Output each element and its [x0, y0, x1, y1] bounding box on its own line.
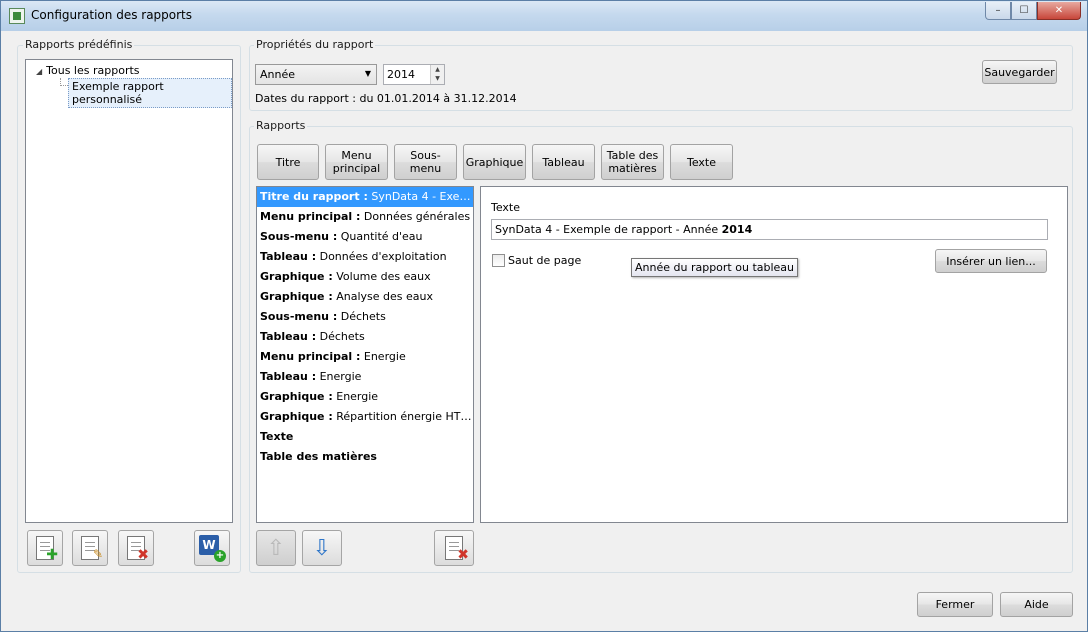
list-item[interactable]: Texte — [257, 427, 473, 447]
list-item[interactable]: Graphique : Volume des eaux — [257, 267, 473, 287]
window-title: Configuration des rapports — [31, 8, 193, 22]
caption-buttons: – ☐ ✕ — [985, 2, 1081, 20]
reports-title: Rapports — [254, 119, 308, 132]
save-button[interactable]: Sauvegarder — [982, 60, 1057, 84]
year-value: 2014 — [387, 68, 415, 81]
help-button[interactable]: Aide — [1000, 592, 1073, 617]
chevron-down-icon[interactable]: ▼ — [365, 69, 371, 78]
insert-link-button[interactable]: Insérer un lien... — [935, 249, 1047, 273]
maximize-button[interactable]: ☐ — [1011, 2, 1037, 20]
move-up-button[interactable]: ⇧ — [256, 530, 296, 566]
list-item[interactable]: Tableau : Déchets — [257, 327, 473, 347]
text-field-label: Texte — [491, 201, 521, 214]
close-window-button[interactable]: ✕ — [1037, 2, 1081, 20]
year-spinner[interactable]: 2014 ▲ ▼ — [383, 64, 445, 85]
list-item[interactable]: Tableau : Données d'exploitation — [257, 247, 473, 267]
tooltip: Année du rapport ou tableau — [631, 258, 799, 277]
title-bar[interactable]: Configuration des rapports – ☐ ✕ — [1, 1, 1087, 31]
report-items-list[interactable]: Titre du rapport : SynData 4 - Exemple .… — [256, 186, 474, 523]
new-report-button[interactable]: ✚ — [27, 530, 63, 566]
predefined-reports-title: Rapports prédéfinis — [23, 38, 135, 51]
config-dialog: Configuration des rapports – ☐ ✕ Rapport… — [0, 0, 1088, 632]
add-icon: + — [214, 550, 226, 562]
list-item[interactable]: Sous-menu : Quantité d'eau — [257, 227, 473, 247]
period-select[interactable]: Année ▼ — [255, 64, 377, 85]
tree-item-custom-report[interactable]: Exemple rapport personnalisé — [68, 78, 232, 108]
list-item[interactable]: Titre du rapport : SynData 4 - Exemple .… — [257, 187, 473, 207]
report-properties-title: Propriétés du rapport — [254, 38, 376, 51]
list-item[interactable]: Graphique : Energie — [257, 387, 473, 407]
text-field[interactable]: SynData 4 - Exemple de rapport - Année 2… — [491, 219, 1048, 240]
spin-down-icon[interactable]: ▼ — [431, 74, 444, 83]
add-text-button[interactable]: Texte — [670, 144, 733, 180]
tree-connector — [60, 78, 68, 86]
reports-tree[interactable]: ◢ Tous les rapports Exemple rapport perso… — [25, 59, 233, 523]
list-item[interactable]: Sous-menu : Déchets — [257, 307, 473, 327]
page-break-label[interactable]: Saut de page — [508, 254, 581, 267]
close-button[interactable]: Fermer — [917, 592, 993, 617]
tree-expand-icon[interactable]: ◢ — [36, 67, 42, 76]
delete-item-button[interactable]: ✖ — [434, 530, 474, 566]
list-item[interactable]: Graphique : Répartition énergie HT/BT — [257, 407, 473, 427]
arrow-down-icon: ⇩ — [312, 535, 332, 561]
pencil-icon: ✎ — [92, 547, 103, 561]
list-item[interactable]: Tableau : Energie — [257, 367, 473, 387]
move-down-button[interactable]: ⇩ — [302, 530, 342, 566]
add-chart-button[interactable]: Graphique — [463, 144, 526, 180]
add-icon: ✚ — [46, 547, 58, 563]
tree-root[interactable]: ◢ Tous les rapports — [36, 64, 140, 77]
delete-report-button[interactable]: ✖ — [118, 530, 154, 566]
list-item[interactable]: Graphique : Analyse des eaux — [257, 287, 473, 307]
spin-up-icon[interactable]: ▲ — [431, 65, 444, 74]
year-spin-buttons[interactable]: ▲ ▼ — [430, 65, 444, 84]
add-submenu-button[interactable]: Sous-menu — [394, 144, 457, 180]
arrow-up-icon: ⇧ — [266, 535, 286, 561]
minimize-button[interactable]: – — [985, 2, 1011, 20]
list-item[interactable]: Table des matières — [257, 447, 473, 467]
add-main-menu-button[interactable]: Menu principal — [325, 144, 388, 180]
item-detail-panel: Texte SynData 4 - Exemple de rapport - A… — [480, 186, 1068, 523]
report-dates-text: Dates du rapport : du 01.01.2014 à 31.12… — [255, 92, 517, 105]
list-item[interactable]: Menu principal : Energie — [257, 347, 473, 367]
add-table-button[interactable]: Tableau — [532, 144, 595, 180]
list-item[interactable]: Menu principal : Données générales — [257, 207, 473, 227]
period-select-value: Année — [260, 68, 296, 81]
edit-report-button[interactable]: ✎ — [72, 530, 108, 566]
delete-icon: ✖ — [457, 547, 469, 563]
app-icon — [9, 8, 25, 24]
add-title-button[interactable]: Titre — [257, 144, 319, 180]
export-word-button[interactable]: W + — [194, 530, 230, 566]
delete-icon: ✖ — [137, 547, 149, 563]
tree-root-label: Tous les rapports — [46, 64, 140, 77]
add-toc-button[interactable]: Table des matières — [601, 144, 664, 180]
page-break-checkbox[interactable] — [492, 254, 505, 267]
